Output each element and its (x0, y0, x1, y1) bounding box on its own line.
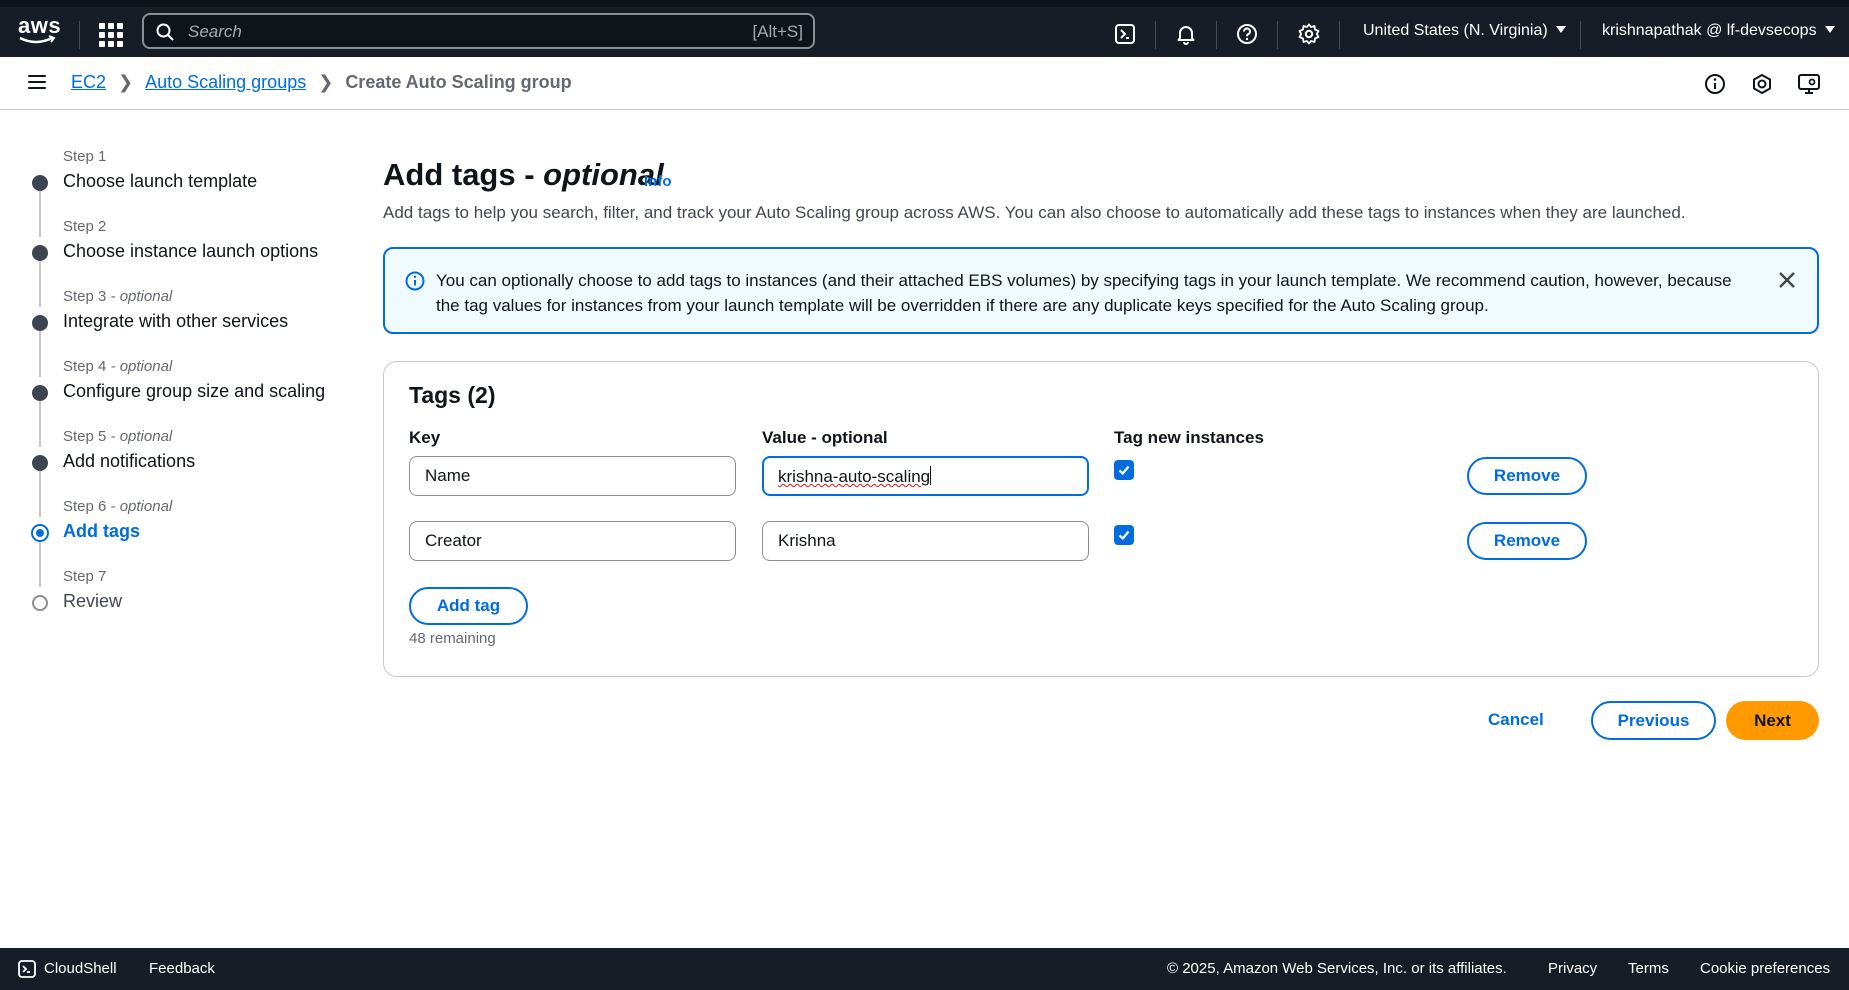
tags-title: Tags (2) (409, 382, 496, 408)
divider (1339, 21, 1340, 49)
step-number: Step 7 (63, 568, 107, 585)
step-connector (39, 395, 41, 447)
info-circle-icon (405, 271, 425, 291)
tag-new-instances-checkbox[interactable] (1114, 525, 1134, 545)
divider (1277, 21, 1278, 49)
step-number: Step 6 - optional (63, 498, 173, 515)
divider (79, 21, 80, 49)
remove-tag-button[interactable]: Remove (1467, 457, 1587, 495)
remove-tag-button[interactable]: Remove (1467, 522, 1587, 560)
tag-value-input[interactable]: krishna-auto-scaling (762, 456, 1089, 496)
cloudshell-icon[interactable] (1111, 20, 1139, 48)
close-icon[interactable] (1775, 268, 1799, 292)
step-label: Choose launch template (63, 171, 258, 191)
step-connector (39, 255, 41, 307)
page-description: Add tags to help you search, filter, and… (383, 203, 1686, 222)
step-status-dot (32, 385, 48, 401)
step-label: Add tags (63, 521, 141, 541)
checkmark-icon (1118, 465, 1130, 476)
step-connector (39, 536, 41, 587)
services-menu-icon[interactable] (97, 21, 123, 47)
search-shortcut: [Alt+S] (752, 22, 803, 41)
text-cursor (930, 466, 932, 485)
divider (1216, 21, 1217, 49)
step-number: Step 2 (63, 218, 107, 235)
step-connector (39, 185, 41, 237)
page-title: Add tags - optional (383, 157, 664, 192)
divider (1155, 21, 1156, 49)
cloudshell-icon (18, 960, 36, 978)
breadcrumb-ec2[interactable]: EC2 (71, 72, 106, 93)
tag-key-input[interactable]: Name (409, 456, 736, 496)
display-preferences-icon[interactable] (1797, 72, 1821, 96)
alert-message: You can optionally choose to add tags to… (436, 271, 1732, 315)
region-selector[interactable]: United States (N. Virginia) (1363, 22, 1566, 40)
tags-panel: Tags (2) Key Value - optional Tag new in… (383, 361, 1819, 677)
key-column-header: Key (409, 428, 441, 447)
search-input[interactable]: Search [Alt+S] (142, 13, 815, 49)
settings-gear-icon[interactable] (1295, 20, 1323, 48)
breadcrumb-auto-scaling-groups[interactable]: Auto Scaling groups (145, 72, 306, 93)
aws-logo[interactable]: aws (18, 13, 62, 47)
divider (1580, 21, 1581, 49)
account-menu[interactable]: krishnapathak @ lf-devsecops (1602, 22, 1835, 40)
step-number: Step 3 - optional (63, 288, 173, 305)
cancel-button[interactable]: Cancel (1488, 710, 1544, 730)
help-icon[interactable] (1233, 20, 1261, 48)
breadcrumb-current: Create Auto Scaling group (345, 72, 572, 92)
search-placeholder: Search (188, 22, 242, 41)
aws-logo-text: aws (18, 13, 62, 38)
step-label: Configure group size and scaling (63, 381, 326, 401)
caret-down-icon (1555, 26, 1566, 33)
chevron-right-icon: ❯ (118, 72, 134, 92)
checkmark-icon (1118, 530, 1130, 541)
tags-remaining: 48 remaining (409, 630, 496, 647)
tag-value-text: krishna-auto-scaling (778, 467, 931, 486)
step-connector (39, 465, 41, 517)
tag-value-input[interactable]: Krishna (762, 521, 1089, 561)
breadcrumb: EC2 ❯ Auto Scaling groups ❯ Create Auto … (71, 72, 572, 93)
value-column-header: Value - optional (762, 428, 888, 447)
step-number: Step 4 - optional (63, 358, 173, 375)
cookie-preferences-link[interactable]: Cookie preferences (1700, 960, 1830, 977)
copyright-text: © 2025, Amazon Web Services, Inc. or its… (1167, 960, 1507, 977)
tag-key-input[interactable]: Creator (409, 521, 736, 561)
cloudshell-link[interactable]: CloudShell (44, 960, 117, 977)
step-active-dot (31, 524, 49, 542)
account-label: krishnapathak @ lf-devsecops (1602, 22, 1817, 39)
add-tag-button[interactable]: Add tag (409, 587, 528, 625)
step-status-dot (32, 245, 48, 261)
breadcrumb-bar: EC2 ❯ Auto Scaling groups ❯ Create Auto … (0, 57, 1849, 110)
feedback-link[interactable]: Feedback (149, 960, 215, 977)
tag-new-instances-header: Tag new instances (1114, 428, 1264, 447)
info-panel-icon[interactable] (1703, 72, 1727, 96)
search-icon (156, 23, 174, 41)
menu-icon[interactable] (28, 75, 46, 91)
region-label: United States (N. Virginia) (1363, 22, 1548, 39)
footer: CloudShell Feedback © 2025, Amazon Web S… (0, 948, 1849, 990)
notifications-bell-icon[interactable] (1172, 20, 1200, 48)
amazon-q-icon[interactable] (1750, 72, 1774, 96)
tag-new-instances-checkbox[interactable] (1114, 460, 1134, 480)
step-status-dot (32, 175, 48, 191)
step-number: Step 5 - optional (63, 428, 173, 445)
top-navigation: aws Search [Alt+S] United States (N. Vir… (0, 0, 1849, 57)
info-link[interactable]: Info (644, 173, 672, 190)
step-label: Add notifications (63, 451, 196, 471)
step-status-dot (32, 595, 48, 611)
step-label: Integrate with other services (63, 311, 289, 331)
terms-link[interactable]: Terms (1628, 960, 1669, 977)
info-alert: You can optionally choose to add tags to… (383, 247, 1819, 334)
step-status-dot (32, 315, 48, 331)
step-label: Review (63, 591, 123, 611)
privacy-link[interactable]: Privacy (1548, 960, 1597, 977)
caret-down-icon (1824, 26, 1835, 33)
next-button[interactable]: Next (1726, 701, 1819, 740)
step-status-dot (32, 455, 48, 471)
step-label: Choose instance launch options (63, 241, 319, 261)
chevron-right-icon: ❯ (318, 72, 334, 92)
step-connector (39, 325, 41, 377)
previous-button[interactable]: Previous (1591, 701, 1716, 740)
step-number: Step 1 (63, 148, 107, 165)
